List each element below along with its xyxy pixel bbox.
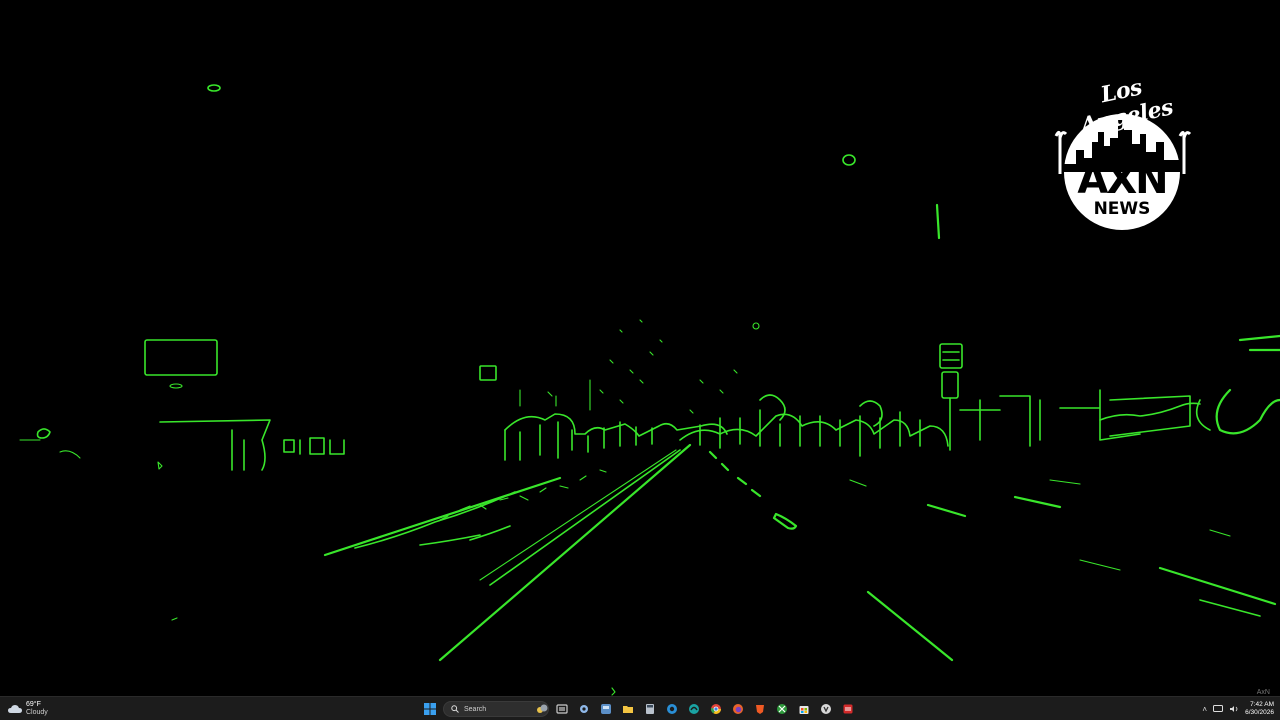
cloud-icon	[8, 704, 22, 713]
windows-logo-icon	[424, 703, 436, 715]
search-box[interactable]: Search	[443, 701, 549, 717]
clock-time: 7:42 AM	[1250, 701, 1274, 708]
clock[interactable]: 7:42 AM 6/30/2026	[1245, 701, 1274, 717]
weather-widget[interactable]: 69°F Cloudy	[8, 699, 48, 719]
search-highlight-icon	[537, 704, 548, 713]
red-app-icon[interactable]	[839, 700, 857, 718]
chrome-icon[interactable]	[707, 700, 725, 718]
weather-temperature: 69°F	[26, 701, 41, 708]
volume-icon[interactable]	[1229, 705, 1239, 713]
corner-watermark: AxN	[1256, 689, 1270, 696]
start-button[interactable]	[421, 700, 439, 718]
firefox-icon[interactable]	[729, 700, 747, 718]
axn-news-logo: Los Angeles AXN NEWS	[1046, 72, 1198, 232]
chevron-up-icon[interactable]: ˄	[1202, 705, 1207, 714]
xbox-icon[interactable]	[773, 700, 791, 718]
calculator-icon[interactable]	[641, 700, 659, 718]
logo-sub-text: NEWS	[1093, 199, 1151, 219]
taskbar: 69°F Cloudy Search ˄ 7:42 AM 6/30/2026	[0, 696, 1280, 720]
search-placeholder: Search	[464, 705, 487, 713]
edge-icon-1[interactable]	[663, 700, 681, 718]
clock-date: 6/30/2026	[1245, 709, 1274, 716]
brave-icon[interactable]	[751, 700, 769, 718]
taskbar-center: Search	[421, 699, 857, 719]
store-icon[interactable]	[795, 700, 813, 718]
system-tray: ˄ 7:42 AM 6/30/2026	[1202, 699, 1274, 719]
weather-condition: Cloudy	[26, 709, 48, 716]
desktop-wallpaper: Los Angeles AXN NEWS AxN	[0, 0, 1280, 696]
logo-main-text: AXN	[1077, 157, 1168, 203]
unknown-app-icon[interactable]	[817, 700, 835, 718]
settings-icon[interactable]	[575, 700, 593, 718]
task-view-icon[interactable]	[553, 700, 571, 718]
network-icon[interactable]	[1213, 705, 1224, 713]
edge-icon-2[interactable]	[685, 700, 703, 718]
file-explorer-icon[interactable]	[619, 700, 637, 718]
search-icon	[451, 705, 459, 713]
widgets-icon[interactable]	[597, 700, 615, 718]
